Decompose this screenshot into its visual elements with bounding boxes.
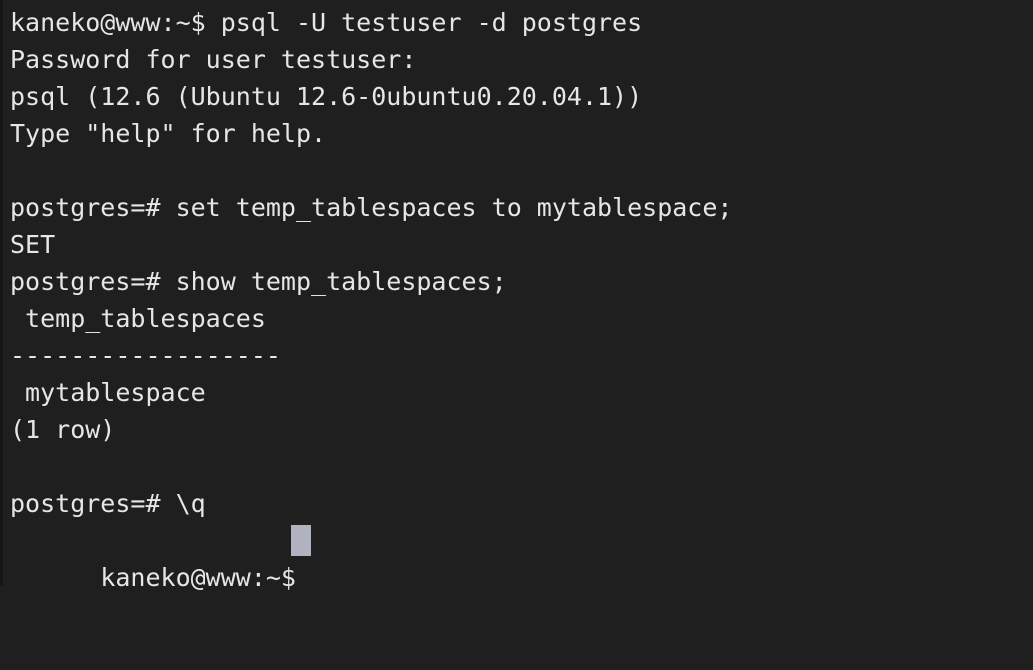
terminal-line-password-prompt: Password for user testuser: (10, 45, 417, 74)
terminal-line-shell-prompt-active[interactable]: kaneko@www:~$ (10, 522, 1033, 592)
terminal-line-help-hint: Type "help" for help. (10, 119, 327, 148)
terminal-window[interactable]: kaneko@www:~$ psql -U testuser -d postgr… (0, 0, 1033, 592)
terminal-line-quit-command: postgres=# \q (10, 489, 206, 518)
terminal-line-set-result: SET (10, 230, 56, 259)
terminal-line-blank-1 (10, 152, 1033, 189)
terminal-left-edge-strip (0, 0, 3, 586)
terminal-line-result-header: temp_tablespaces (10, 304, 266, 333)
terminal-line-show-command: postgres=# show temp_tablespaces; (10, 267, 507, 296)
terminal-line-result-separator: ------------------ (10, 341, 281, 370)
terminal-line-psql-version: psql (12.6 (Ubuntu 12.6-0ubuntu0.20.04.1… (10, 82, 643, 111)
terminal-line-command-psql: kaneko@www:~$ psql -U testuser -d postgr… (10, 8, 643, 37)
terminal-screen[interactable]: kaneko@www:~$ psql -U testuser -d postgr… (10, 4, 1033, 592)
terminal-line-set-command: postgres=# set temp_tablespaces to mytab… (10, 193, 733, 222)
terminal-line-result-value: mytablespace (10, 378, 206, 407)
terminal-line-row-count: (1 row) (10, 415, 116, 444)
block-cursor (291, 525, 311, 556)
shell-prompt-label: kaneko@www:~$ (100, 563, 312, 592)
terminal-line-blank-2 (10, 448, 1033, 485)
